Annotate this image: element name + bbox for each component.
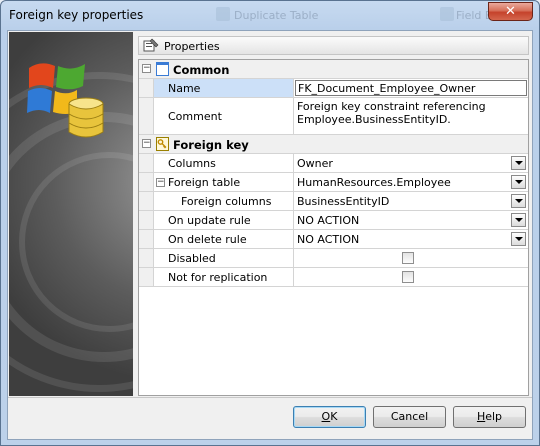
property-row-not-for-replication[interactable]: Not for replication bbox=[139, 268, 528, 287]
row-gutter bbox=[139, 98, 154, 134]
foreign-table-dropdown-button[interactable] bbox=[511, 175, 526, 189]
property-row-comment[interactable]: Comment Foreign key constraint referenci… bbox=[139, 98, 528, 135]
on-delete-value[interactable]: NO ACTION bbox=[294, 230, 528, 248]
background-window-icon bbox=[440, 7, 454, 21]
properties-header-label: Properties bbox=[164, 40, 220, 53]
not-for-replication-checkbox[interactable] bbox=[402, 271, 414, 283]
foreign-columns-value[interactable]: BusinessEntityID bbox=[294, 192, 528, 210]
properties-header: Properties bbox=[138, 36, 529, 55]
foreign-table-value[interactable]: HumanResources.Employee bbox=[294, 173, 528, 191]
on-update-value[interactable]: NO ACTION bbox=[294, 211, 528, 229]
property-label: Columns bbox=[154, 154, 294, 172]
property-label: On delete rule bbox=[154, 230, 294, 248]
category-common[interactable]: − Common bbox=[139, 60, 528, 79]
on-delete-dropdown-button[interactable] bbox=[511, 232, 526, 246]
row-gutter bbox=[139, 154, 154, 172]
help-mnemonic: H bbox=[476, 410, 486, 423]
row-gutter bbox=[139, 79, 154, 97]
on-update-dropdown-button[interactable] bbox=[511, 213, 526, 227]
background-window-icon bbox=[216, 7, 230, 21]
row-gutter bbox=[139, 268, 154, 286]
property-row-columns[interactable]: Columns Owner bbox=[139, 154, 528, 173]
row-gutter bbox=[139, 249, 154, 267]
property-label: Foreign table bbox=[154, 173, 294, 191]
collapse-icon[interactable]: − bbox=[142, 139, 151, 148]
row-gutter bbox=[139, 230, 154, 248]
row-gutter bbox=[139, 173, 154, 191]
dialog-client-area: Properties − Common Name FK_Document_Emp… bbox=[7, 30, 533, 440]
title-bar[interactable]: Foreign key properties Duplicate Table F… bbox=[1, 1, 539, 31]
property-row-foreign-columns[interactable]: Foreign columns BusinessEntityID bbox=[139, 192, 528, 211]
collapse-icon[interactable]: − bbox=[142, 64, 151, 73]
separator bbox=[8, 397, 532, 398]
cancel-button[interactable]: Cancel bbox=[373, 406, 446, 428]
property-row-disabled[interactable]: Disabled bbox=[139, 249, 528, 268]
name-value-cell[interactable]: FK_Document_Employee_Owner bbox=[294, 79, 528, 97]
comment-line: Foreign key constraint referencing bbox=[297, 100, 486, 113]
close-button[interactable]: ✕ bbox=[488, 2, 533, 21]
disabled-checkbox[interactable] bbox=[402, 252, 414, 264]
property-label: Not for replication bbox=[154, 268, 294, 286]
foreign-columns-dropdown-button[interactable] bbox=[511, 194, 526, 208]
not-for-replication-value[interactable] bbox=[294, 268, 528, 286]
ok-mnemonic: O bbox=[321, 410, 331, 423]
side-banner bbox=[9, 32, 133, 396]
property-row-on-delete[interactable]: On delete rule NO ACTION bbox=[139, 230, 528, 249]
comment-value[interactable]: Foreign key constraint referencing Emplo… bbox=[294, 98, 528, 134]
help-label: elp bbox=[485, 410, 503, 423]
help-button[interactable]: Help bbox=[453, 406, 526, 428]
property-label: Disabled bbox=[154, 249, 294, 267]
property-row-name[interactable]: Name FK_Document_Employee_Owner bbox=[139, 79, 528, 98]
property-row-on-update[interactable]: On update rule NO ACTION bbox=[139, 211, 528, 230]
close-icon: ✕ bbox=[505, 4, 516, 19]
background-window-text: Duplicate Table bbox=[234, 9, 319, 22]
ok-label: K bbox=[330, 410, 338, 423]
property-label: Name bbox=[154, 79, 294, 97]
window-title: Foreign key properties bbox=[9, 8, 144, 22]
dialog-window: Foreign key properties Duplicate Table F… bbox=[0, 0, 540, 446]
columns-dropdown-button[interactable] bbox=[511, 156, 526, 170]
property-row-foreign-table[interactable]: − Foreign table HumanResources.Employee bbox=[139, 173, 528, 192]
windows-database-logo-icon bbox=[27, 63, 104, 138]
property-label: Comment bbox=[154, 98, 294, 134]
property-label: On update rule bbox=[154, 211, 294, 229]
category-foreign-key[interactable]: − Foreign key bbox=[139, 135, 528, 154]
category-label: Foreign key bbox=[173, 138, 249, 152]
row-gutter bbox=[139, 192, 154, 210]
columns-value[interactable]: Owner bbox=[294, 154, 528, 172]
name-edit-field[interactable]: FK_Document_Employee_Owner bbox=[295, 80, 527, 96]
property-label: Foreign columns bbox=[154, 192, 294, 210]
disabled-value[interactable] bbox=[294, 249, 528, 267]
ok-button[interactable]: OK bbox=[293, 406, 366, 428]
properties-icon bbox=[143, 38, 159, 52]
cancel-label: Cancel bbox=[390, 410, 429, 423]
category-label: Common bbox=[173, 63, 230, 77]
property-grid: − Common Name FK_Document_Employee_Owner… bbox=[138, 59, 529, 396]
key-icon bbox=[156, 137, 169, 151]
row-gutter bbox=[139, 211, 154, 229]
document-icon bbox=[156, 62, 169, 76]
comment-line: Employee.BusinessEntityID. bbox=[297, 113, 451, 126]
